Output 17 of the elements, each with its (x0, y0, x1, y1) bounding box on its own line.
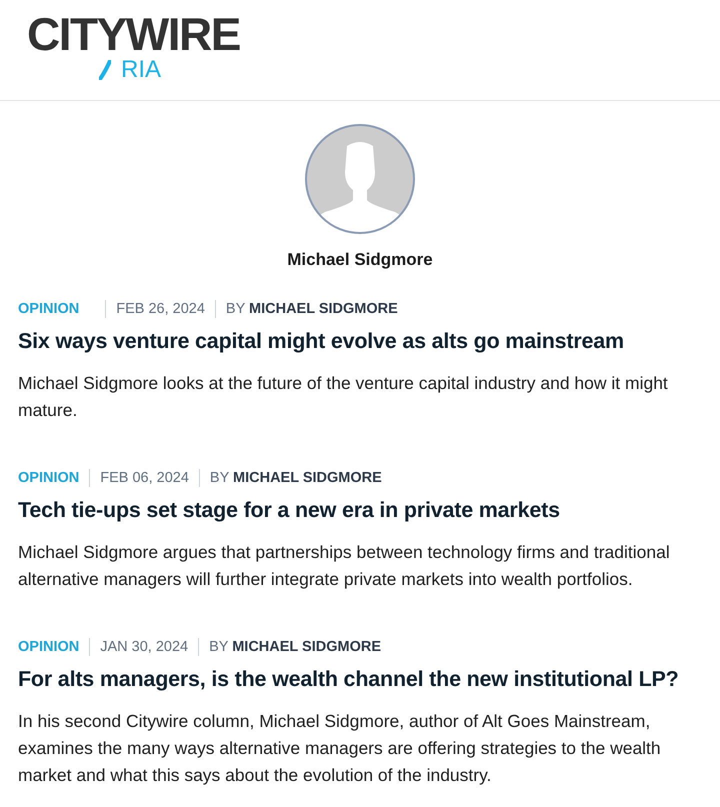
byline-text: BY MICHAEL SIDGMORE (226, 300, 398, 319)
date-text: JAN 30, 2024 (100, 638, 188, 657)
article-title-link[interactable]: Six ways venture capital might evolve as alts go mainstream (18, 327, 624, 355)
date-text: FEB 06, 2024 (100, 469, 189, 488)
article-title-link[interactable]: For alts managers, is the wealth channel the new institutional LP? (18, 665, 679, 693)
logo-swoosh-icon (99, 60, 111, 80)
article-summary: In his second Citywire column, Michael Sidgmore, author of Alt Goes Mainstream, examines the many ways alternative managers are offering strategies to the wealth market and what this says about the evolution of the industry. (18, 710, 662, 787)
article-summary: Michael Sidgmore looks at the future of the venture capital industry and how it might mature. (18, 372, 669, 422)
byline-text: BY MICHAEL SIDGMORE (209, 638, 381, 657)
avatar-silhouette-icon (305, 124, 415, 234)
date-text: FEB 26, 2024 (116, 300, 205, 319)
author-name: Michael Sidgmore (287, 250, 433, 270)
byline-text: BY MICHAEL SIDGMORE (210, 469, 382, 488)
logo-subtitle: RIA (121, 58, 162, 82)
article-title-link[interactable]: Tech tie-ups set stage for a new era in private markets (18, 496, 560, 524)
logo-wordmark[interactable]: CITYWIRE (27, 12, 240, 56)
article-summary: Michael Sidgmore argues that partnerships between technology firms and traditional alternative managers will further integrate private markets into wealth portfolios. (18, 541, 671, 591)
